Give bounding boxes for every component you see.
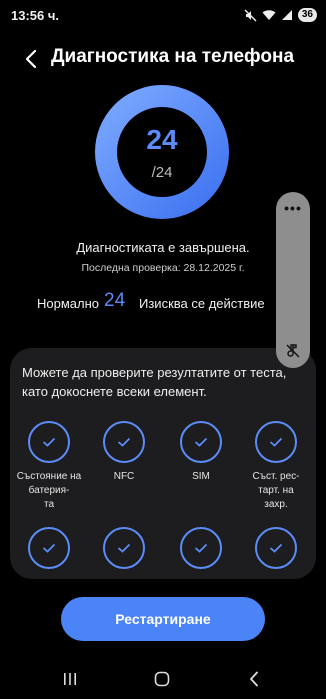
test-item-nfc[interactable]: NFC [86, 421, 162, 484]
test-item[interactable] [163, 527, 239, 569]
test-item[interactable] [86, 527, 162, 569]
check-icon [28, 527, 70, 569]
check-icon [103, 421, 145, 463]
back-button[interactable] [16, 44, 46, 74]
score-passed: 24 [146, 124, 178, 155]
test-item-label: NFC [113, 471, 135, 482]
results-card: Можете да проверите резултатите от теста… [10, 348, 316, 579]
check-icon [255, 421, 297, 463]
wifi-icon [262, 9, 276, 21]
normal-count: 24 [104, 290, 126, 311]
check-icon [28, 421, 70, 463]
signal-icon [281, 9, 293, 21]
check-icon [180, 421, 222, 463]
normal-label: Нормално [37, 296, 100, 311]
home-icon [154, 671, 170, 687]
test-item-label: Съст. рес- тарт. на захр. [252, 471, 300, 510]
test-item[interactable] [11, 527, 87, 569]
score-total: /24 [151, 164, 173, 181]
restart-button[interactable]: Рестартиране [61, 597, 265, 641]
back-icon [250, 671, 258, 687]
sound-off-icon[interactable] [284, 342, 302, 360]
test-item-label: Състояние на батерия- та [16, 471, 82, 510]
back-arrow-icon [25, 49, 37, 69]
more-dots-icon[interactable]: ••• [276, 200, 310, 216]
test-item-sim[interactable]: SIM [163, 421, 239, 484]
status-icons: 36 [244, 8, 317, 22]
recent-apps-button[interactable] [55, 664, 85, 694]
check-icon [180, 527, 222, 569]
test-item-battery[interactable]: Състояние на батерия- та [11, 421, 87, 512]
status-time: 13:56 ч. [11, 8, 60, 23]
home-button[interactable] [147, 664, 177, 694]
floating-side-panel[interactable]: ••• [276, 192, 310, 368]
test-item-label: SIM [192, 471, 210, 482]
test-item-charging[interactable]: Съст. рес- тарт. на захр. [238, 421, 314, 512]
check-icon [103, 527, 145, 569]
recent-apps-icon [64, 673, 76, 685]
action-required-label: Изисква се действие [139, 296, 265, 311]
results-instructions: Можете да проверите резултатите от теста… [22, 365, 287, 399]
test-item[interactable] [238, 527, 314, 569]
battery-icon: 36 [297, 8, 317, 22]
mute-icon [244, 9, 257, 22]
check-icon [255, 527, 297, 569]
nav-back-button[interactable] [239, 664, 269, 694]
page-title: Диагностика на телефона [51, 46, 295, 67]
